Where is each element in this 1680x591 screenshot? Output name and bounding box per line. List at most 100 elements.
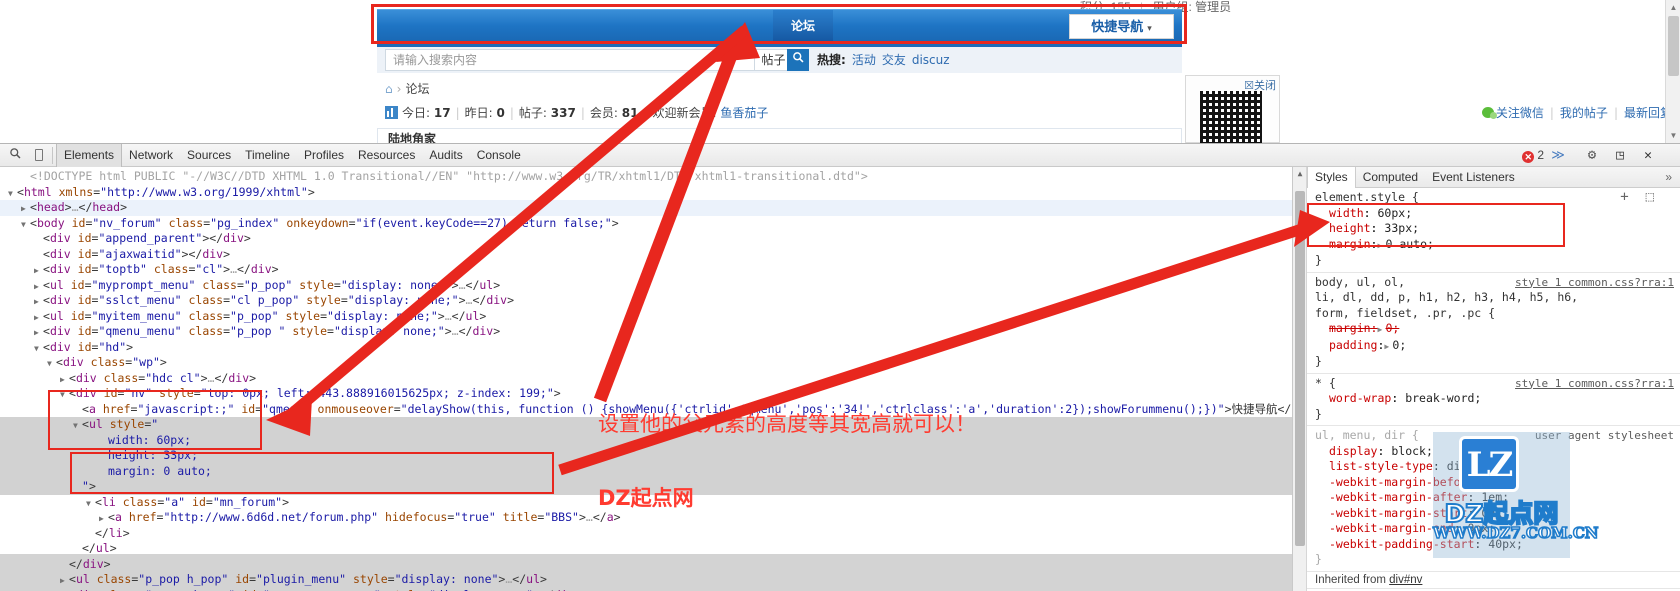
dom-node-line[interactable]: </ul> xyxy=(0,541,1292,557)
hot-item-2[interactable]: discuz xyxy=(912,53,950,67)
tab-console[interactable]: Console xyxy=(470,144,528,167)
breadcrumb-current: 论坛 xyxy=(405,82,430,96)
style-property-name: list-style-type xyxy=(1329,459,1433,473)
style-property-colon: : xyxy=(1377,337,1385,352)
hot-item-1[interactable]: 交友 xyxy=(882,53,906,67)
collapse-triangle-icon[interactable]: ▼ xyxy=(47,356,56,372)
dom-node-line[interactable]: <div id="append_parent"></div> xyxy=(0,231,1292,247)
expand-triangle-icon[interactable]: ▶ xyxy=(34,294,43,310)
tab-network[interactable]: Network xyxy=(122,144,180,167)
styles-tab-bar: Styles Computed Event Listeners » xyxy=(1307,167,1680,188)
collapse-triangle-icon[interactable]: ▼ xyxy=(21,217,30,233)
tab-sources[interactable]: Sources xyxy=(180,144,238,167)
style-property-value[interactable]: block; xyxy=(1391,444,1433,458)
tab-timeline[interactable]: Timeline xyxy=(238,144,297,167)
annotation-box-ul-style xyxy=(48,390,262,450)
style-property-value[interactable]: 0; xyxy=(1385,321,1399,335)
dom-node-line[interactable]: ▼ <div id="hd"> xyxy=(0,340,1292,356)
link-my-posts[interactable]: 我的帖子 xyxy=(1560,106,1608,120)
styles-scrollbar[interactable]: ▲ xyxy=(1293,167,1307,591)
element-state-icon[interactable]: ⬚ xyxy=(1646,189,1654,205)
dom-node-line[interactable]: ▶ <div id="toptb" class="cl">…</div> xyxy=(0,262,1292,278)
tab-profiles[interactable]: Profiles xyxy=(297,144,351,167)
style-property-colon: : xyxy=(1370,321,1378,335)
expand-triangle-icon[interactable]: ▶ xyxy=(60,372,69,388)
collapse-triangle-icon[interactable]: ▼ xyxy=(8,186,17,202)
style-property[interactable]: margin:▶ 0; xyxy=(1329,321,1680,338)
style-property[interactable]: word-wrap: break-word; xyxy=(1329,391,1680,407)
tab-elements[interactable]: Elements xyxy=(56,144,123,167)
style-rule-source[interactable]: style 1 common.css?rra:1 xyxy=(1515,275,1674,291)
scrollbar-thumb[interactable] xyxy=(1295,191,1305,546)
search-input[interactable]: 请输入搜索内容 xyxy=(385,49,755,71)
scroll-up-icon[interactable]: ▲ xyxy=(1666,0,1680,15)
expand-triangle-icon[interactable]: ▶ xyxy=(34,325,43,341)
collapse-triangle-icon[interactable]: ▼ xyxy=(86,496,95,512)
search-button[interactable] xyxy=(787,49,809,71)
dock-side-icon[interactable]: ◳ xyxy=(1610,147,1630,164)
stats-welcome-user[interactable]: 鱼香茄子 xyxy=(720,106,768,120)
hot-item-0[interactable]: 活动 xyxy=(852,53,876,67)
expand-triangle-icon[interactable]: ▶ xyxy=(60,573,69,589)
dom-node-line[interactable]: ▼ <body id="nv_forum" class="pg_index" on… xyxy=(0,216,1292,232)
dom-node-line[interactable]: ▶ <div id="qmenu_menu" class="p_pop " sty… xyxy=(0,324,1292,340)
style-property[interactable]: padding:▶ 0; xyxy=(1329,338,1680,355)
dom-node-line[interactable]: ▼ <html xmlns="http://www.w3.org/1999/xht… xyxy=(0,185,1292,201)
forum-stats-links: 关注微信 | 我的帖子 | 最新回复 xyxy=(1481,102,1672,124)
scrollbar-thumb[interactable] xyxy=(1668,16,1679,76)
style-property-colon: : xyxy=(1391,391,1399,405)
tab-audits[interactable]: Audits xyxy=(422,144,469,167)
dom-node-line[interactable]: </li> xyxy=(0,526,1292,542)
dom-node-line[interactable]: <div id="ajaxwaitid"></div> xyxy=(0,247,1292,263)
dom-node-line[interactable]: ▼ <div class="wp"> xyxy=(0,355,1292,371)
expand-triangle-icon[interactable]: ▶ xyxy=(34,279,43,295)
stats-posts-label: 帖子: xyxy=(518,106,547,120)
home-icon[interactable]: ⌂ xyxy=(385,82,393,96)
style-property-value[interactable]: break-word; xyxy=(1405,391,1481,405)
dom-node-line[interactable]: </div> xyxy=(0,557,1292,573)
style-rule[interactable]: style 1 common.css?rra:1 * {word-wrap: br… xyxy=(1307,374,1680,426)
style-property-colon: : xyxy=(1377,443,1385,458)
dom-node-line[interactable]: ▶ <ul id="myitem_menu" class="p_pop" styl… xyxy=(0,309,1292,325)
dom-node-markup: <div id="append_parent"></div> xyxy=(43,231,251,245)
style-property-value[interactable]: 0; xyxy=(1392,338,1406,352)
scroll-down-icon[interactable]: ▼ xyxy=(1666,128,1680,143)
style-rule-source[interactable]: style 1 common.css?rra:1 xyxy=(1515,376,1674,392)
page-scrollbar[interactable]: ▲ ▼ xyxy=(1665,0,1680,143)
tab-computed[interactable]: Computed xyxy=(1356,167,1425,188)
dom-node-line[interactable]: <div class="p_pop h_pop" id="mn_userapp_… xyxy=(0,588,1292,591)
collapse-triangle-icon[interactable]: ▼ xyxy=(34,341,43,357)
expand-triangle-icon[interactable]: ▶ xyxy=(34,263,43,279)
close-icon[interactable]: ✕ xyxy=(1638,147,1658,164)
dom-node-line[interactable]: ▶ <head>…</head> xyxy=(0,200,1292,216)
add-rule-icon[interactable]: + ⬚ xyxy=(1620,189,1654,206)
search-icon[interactable] xyxy=(6,147,24,164)
search-bar: 请输入搜索内容 帖子▾ 热搜:活动交友discuz xyxy=(377,47,1182,73)
dom-node-line[interactable]: <!DOCTYPE html PUBLIC "-//W3C//DTD XHTML… xyxy=(0,169,1292,185)
dom-node-markup: <div id="toptb" class="cl">…</div> xyxy=(43,262,279,276)
inherited-from-selector[interactable]: div#nv xyxy=(1389,574,1422,586)
expand-triangle-icon[interactable]: ▶ xyxy=(21,201,30,217)
tab-resources[interactable]: Resources xyxy=(351,144,422,167)
dom-node-line[interactable]: ▶ <div id="sslct_menu" class="cl p_pop" s… xyxy=(0,293,1292,309)
style-property-list: word-wrap: break-word; xyxy=(1315,391,1680,407)
expand-triangle-icon[interactable]: ▶ xyxy=(34,310,43,326)
dom-node-line[interactable]: ▶ <ul id="myprompt_menu" class="p_pop" st… xyxy=(0,278,1292,294)
styles-more-tabs[interactable]: » xyxy=(1657,167,1680,188)
dom-node-line[interactable]: ▶ <a href="http://www.6d6d.net/forum.php"… xyxy=(0,510,1292,526)
stats-sep-3: | xyxy=(580,106,585,120)
tab-event-listeners[interactable]: Event Listeners xyxy=(1425,167,1522,188)
scroll-up-icon[interactable]: ▲ xyxy=(1293,169,1307,178)
gear-icon[interactable]: ⚙ xyxy=(1582,147,1602,164)
links-sep-1: | xyxy=(1549,106,1554,120)
expand-triangle-icon[interactable]: ▶ xyxy=(99,511,108,527)
error-count-badge[interactable]: ✕ 2 xyxy=(1522,148,1544,163)
link-follow-wechat[interactable]: 关注微信 xyxy=(1496,106,1544,120)
dom-node-line[interactable]: ▶ <ul class="p_pop h_pop" id="plugin_menu… xyxy=(0,572,1292,588)
dom-node-line[interactable]: ▶ <div class="hdc cl">…</div> xyxy=(0,371,1292,387)
drawer-icon[interactable]: ≫ xyxy=(1548,147,1568,164)
dom-tree-panel[interactable]: <!DOCTYPE html PUBLIC "-//W3C//DTD XHTML… xyxy=(0,167,1292,591)
device-toggle-icon[interactable] xyxy=(30,147,48,164)
style-rule[interactable]: style 1 common.css?rra:1 body, ul, ol, li,… xyxy=(1307,273,1680,374)
tab-styles[interactable]: Styles xyxy=(1307,167,1356,188)
